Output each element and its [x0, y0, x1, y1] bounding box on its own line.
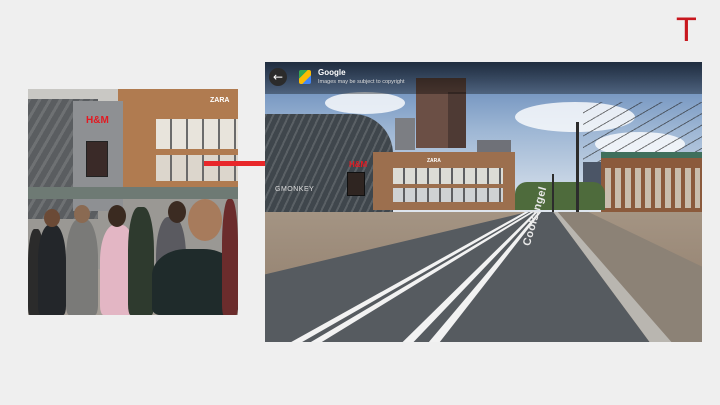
person — [128, 207, 154, 315]
building-sign: ZARA — [427, 158, 441, 164]
arrow-left-icon[interactable]: ← — [269, 68, 287, 86]
person-head — [74, 205, 90, 223]
person-head — [108, 205, 126, 227]
light-pole — [552, 174, 554, 214]
person-head — [44, 209, 60, 227]
person — [38, 225, 66, 315]
building-windows-lower — [156, 155, 238, 181]
copyright-notice: Images may be subject to copyright — [318, 79, 405, 85]
building — [395, 118, 415, 150]
building-windows — [393, 168, 503, 184]
building-sign: ZARA — [210, 97, 230, 104]
crowd-photo: H&M ZARA — [28, 89, 238, 315]
trees — [515, 182, 605, 210]
person-head — [168, 201, 186, 223]
person — [222, 199, 238, 315]
person-head — [188, 199, 222, 241]
billboard-portrait — [86, 141, 108, 177]
street-view-header: ← Google Images may be subject to copyri… — [265, 62, 702, 94]
light-pole — [576, 122, 579, 212]
storefront-sign: H&M — [349, 160, 368, 169]
tower-shadow — [448, 92, 466, 148]
canopy — [28, 187, 238, 199]
provider-name: Google — [318, 68, 346, 77]
building-windows-lower — [393, 188, 503, 202]
building-windows — [605, 168, 700, 208]
street-view-panel[interactable]: ZARA H&M GMONKEY Coolsingel ← Google Ima… — [265, 62, 702, 342]
brand-logo: T — [676, 11, 697, 49]
billboard-portrait — [347, 172, 365, 196]
person — [66, 219, 98, 315]
google-maps-icon — [299, 70, 311, 84]
storefront-sign: H&M — [86, 115, 109, 126]
facade-sign: GMONKEY — [275, 186, 315, 193]
building-windows — [156, 119, 238, 149]
cloud — [325, 92, 405, 114]
